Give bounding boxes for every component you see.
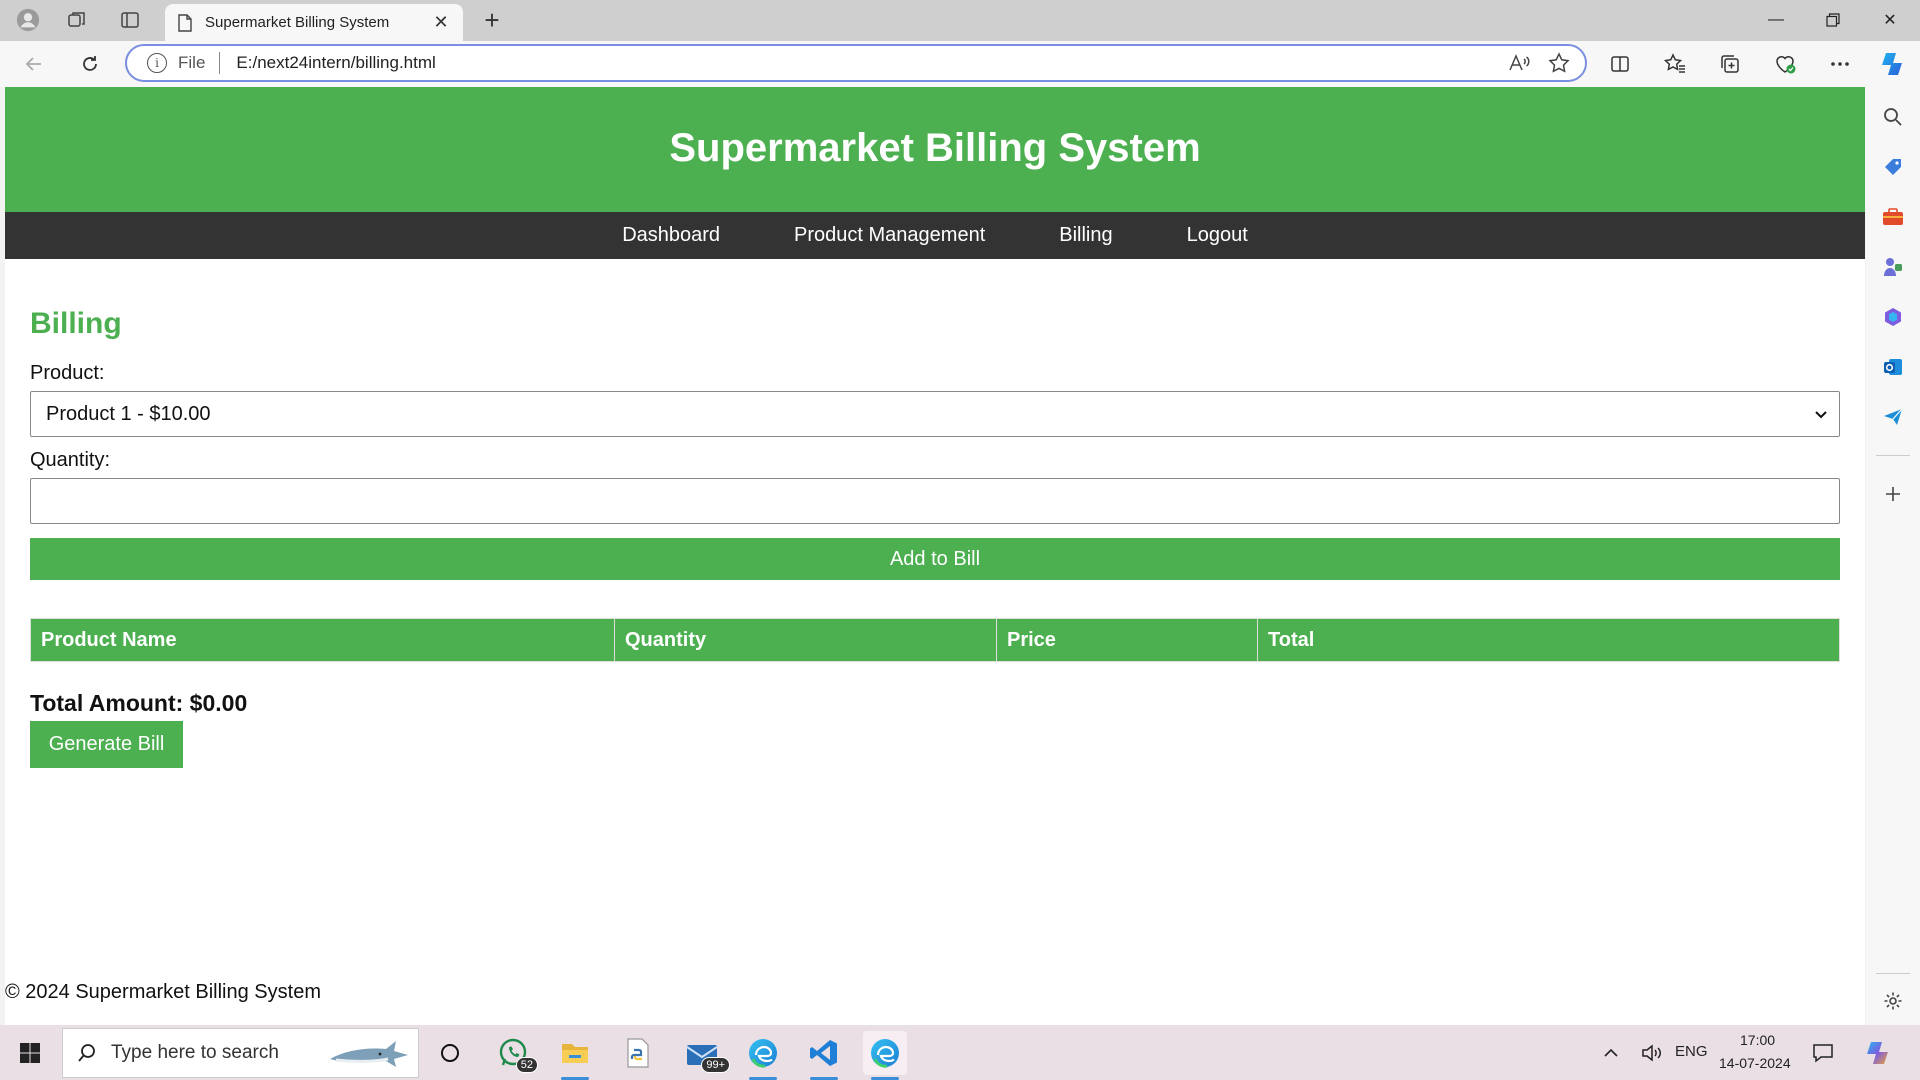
favorite-star-icon[interactable] (1545, 49, 1573, 77)
chevron-down-icon (1813, 405, 1829, 428)
nav-billing-link[interactable]: Billing (1059, 224, 1112, 247)
whatsapp-taskbar-icon[interactable]: 52 (492, 1031, 538, 1075)
microsoft-365-icon[interactable] (1880, 304, 1906, 330)
address-scheme-label: File (178, 53, 206, 72)
site-footer: © 2024 Supermarket Billing System (5, 981, 321, 1003)
nav-product-management-link[interactable]: Product Management (794, 224, 985, 247)
volume-icon[interactable] (1638, 1031, 1666, 1075)
tab-title: Supermarket Billing System (205, 14, 390, 31)
browser-titlebar: Supermarket Billing System ✕ + — ✕ (0, 0, 1920, 41)
outlook-icon[interactable] (1880, 354, 1906, 380)
clock-time[interactable]: 17:00 (1740, 1032, 1775, 1048)
address-bar[interactable]: i File E:/next24intern/billing.html (125, 44, 1587, 82)
product-select-value: Product 1 - $10.00 (46, 402, 211, 425)
language-indicator[interactable]: ENG (1675, 1043, 1708, 1060)
notifications-icon[interactable] (1806, 1031, 1840, 1075)
sidebar-settings-gear-icon[interactable] (1880, 988, 1906, 1014)
taskbar-search-input[interactable]: Type here to search (62, 1028, 419, 1078)
tray-overflow-chevron-up-icon[interactable] (1598, 1031, 1624, 1075)
more-menu-icon[interactable] (1826, 50, 1854, 78)
task-view-icon[interactable] (428, 1031, 472, 1075)
site-nav: Dashboard Product Management Billing Log… (5, 212, 1865, 259)
site-title: Supermarket Billing System (669, 126, 1201, 170)
close-window-button[interactable]: ✕ (1863, 0, 1917, 40)
games-icon[interactable] (1880, 254, 1906, 280)
workspaces-icon[interactable] (65, 8, 89, 32)
product-select[interactable]: Product 1 - $10.00 (30, 391, 1840, 437)
restore-button[interactable] (1806, 0, 1860, 40)
generate-bill-button[interactable]: Generate Bill (30, 721, 183, 768)
file-explorer-taskbar-icon[interactable] (553, 1031, 597, 1080)
document-icon (178, 13, 192, 32)
browser-essentials-icon[interactable] (1771, 50, 1799, 78)
windows-taskbar: Type here to search 52 99+ ENG 17:00 14-… (0, 1025, 1920, 1080)
split-screen-icon[interactable] (1606, 50, 1634, 78)
billing-section: Billing Product: Product 1 - $10.00 Quan… (5, 307, 1865, 768)
add-to-bill-button[interactable]: Add to Bill (30, 538, 1840, 580)
address-separator (219, 52, 221, 74)
billing-heading: Billing (30, 307, 122, 340)
column-header-price: Price (996, 618, 1258, 662)
nav-logout-link[interactable]: Logout (1187, 224, 1248, 247)
minimize-button[interactable]: — (1749, 0, 1803, 40)
browser-toolbar: i File E:/next24intern/billing.html (0, 41, 1920, 87)
shark-illustration-icon (330, 1041, 408, 1067)
back-icon[interactable] (20, 50, 48, 78)
taskbar-search-placeholder: Type here to search (111, 1042, 279, 1063)
nav-dashboard-link[interactable]: Dashboard (622, 224, 720, 247)
sidebar-divider (1876, 455, 1910, 456)
browser-tab-active[interactable]: Supermarket Billing System ✕ (165, 4, 463, 41)
address-url[interactable]: E:/next24intern/billing.html (236, 53, 1505, 73)
column-header-total: Total (1257, 618, 1840, 662)
add-sidebar-app-icon[interactable] (1880, 481, 1906, 507)
windows-start-icon[interactable] (0, 1025, 60, 1080)
column-header-quantity: Quantity (614, 618, 997, 662)
product-label: Product: (30, 362, 105, 384)
copilot-taskbar-icon[interactable] (1857, 1031, 1897, 1075)
refresh-icon[interactable] (76, 50, 104, 78)
total-amount: Total Amount: $0.00 (30, 690, 248, 716)
new-tab-button[interactable]: + (478, 6, 506, 34)
quantity-input[interactable] (30, 478, 1840, 524)
edge-dev-taskbar-icon[interactable] (863, 1031, 907, 1080)
site-info-icon[interactable]: i (147, 53, 167, 73)
edge-sidebar (1866, 87, 1920, 1025)
mail-taskbar-icon[interactable]: 99+ (680, 1031, 730, 1075)
read-aloud-icon[interactable] (1505, 49, 1533, 77)
search-icon (78, 1044, 95, 1062)
clock-date[interactable]: 14-07-2024 (1719, 1055, 1791, 1071)
column-header-product-name: Product Name (30, 618, 615, 662)
tools-briefcase-icon[interactable] (1880, 204, 1906, 230)
whatsapp-badge: 52 (515, 1057, 538, 1073)
copilot-icon[interactable] (1878, 50, 1906, 78)
shopping-tag-icon[interactable] (1880, 154, 1906, 180)
quantity-label: Quantity: (30, 449, 111, 471)
sidebar-divider (1876, 973, 1910, 974)
bill-table-header-row: Product Name Quantity Price Total (30, 618, 1840, 662)
collections-icon[interactable] (1716, 50, 1744, 78)
search-icon[interactable] (1880, 104, 1906, 130)
site-header: Supermarket Billing System (5, 87, 1865, 212)
favorites-icon[interactable] (1661, 50, 1689, 78)
bill-table: Product Name Quantity Price Total (30, 618, 1840, 662)
edge-browser-taskbar-icon[interactable] (741, 1031, 785, 1080)
vertical-tabs-icon[interactable] (118, 8, 142, 32)
vscode-taskbar-icon[interactable] (802, 1031, 846, 1080)
page-viewport: Supermarket Billing System Dashboard Pro… (5, 87, 1865, 1025)
close-tab-icon[interactable]: ✕ (431, 12, 451, 33)
profile-icon[interactable] (16, 8, 40, 32)
mail-badge: 99+ (701, 1057, 730, 1073)
drop-send-icon[interactable] (1880, 404, 1906, 430)
python-file-taskbar-icon[interactable] (616, 1031, 660, 1075)
